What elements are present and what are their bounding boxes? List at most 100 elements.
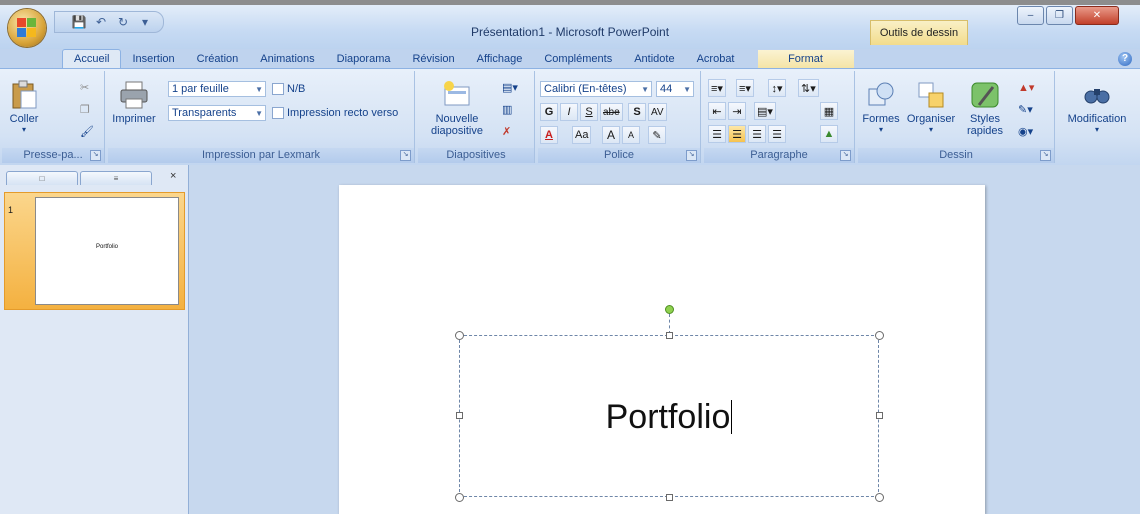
help-icon[interactable]: ? [1118, 52, 1132, 66]
close-button[interactable]: ✕ [1075, 6, 1119, 25]
thumbnail-title: Portfolio [95, 244, 118, 250]
resize-handle-bottom-right[interactable] [875, 493, 884, 502]
smartart-icon[interactable]: ▲ [820, 125, 838, 143]
clipboard-launcher-icon[interactable]: ↘ [90, 150, 101, 161]
arrange-button[interactable]: Organiser ▾ [904, 79, 958, 134]
grow-font-button[interactable]: A [602, 126, 620, 144]
tab-acrobat[interactable]: Acrobat [686, 50, 746, 69]
undo-icon[interactable]: ↶ [93, 14, 109, 30]
minimize-button[interactable]: – [1017, 6, 1044, 25]
clear-formatting-icon[interactable]: ✎ [648, 126, 666, 144]
ribbon-tabs: Accueil Insertion Création Animations Di… [62, 49, 854, 69]
bullets-icon[interactable]: ≡▾ [708, 79, 726, 97]
justify-icon[interactable]: ☰ [768, 125, 786, 143]
group-editing: Modification ▾ [1058, 71, 1136, 163]
shape-effects-icon[interactable]: ◉▾ [1018, 125, 1033, 138]
resize-handle-bottom-left[interactable] [455, 493, 464, 502]
editing-button[interactable]: Modification ▾ [1060, 79, 1134, 134]
char-spacing-button[interactable]: AV [648, 103, 667, 121]
align-center-icon[interactable]: ☰ [728, 125, 746, 143]
customize-qat-icon[interactable]: ▾ [137, 14, 153, 30]
tab-creation[interactable]: Création [186, 50, 250, 69]
cut-icon[interactable]: ✂ [80, 81, 89, 94]
slide-thumbnail[interactable]: Portfolio [35, 197, 179, 305]
tab-animations[interactable]: Animations [249, 50, 325, 69]
tab-diaporama[interactable]: Diaporama [326, 50, 402, 69]
paste-button[interactable]: Coller ▾ [4, 79, 44, 134]
reset-slide-icon[interactable]: ▥ [502, 103, 512, 116]
outline-tab-icon[interactable]: ≡ [80, 171, 152, 185]
format-painter-icon[interactable]: 🖌 [80, 125, 94, 138]
increase-indent-icon[interactable]: ⇥ [728, 102, 746, 120]
tab-accueil[interactable]: Accueil [62, 49, 122, 69]
office-button[interactable] [8, 9, 46, 47]
slides-tab-icon[interactable]: □ [6, 171, 78, 185]
delete-slide-icon[interactable]: ✗ [502, 125, 511, 138]
numbering-icon[interactable]: ≡▾ [736, 79, 754, 97]
drawing-launcher-icon[interactable]: ↘ [1040, 150, 1051, 161]
align-left-icon[interactable]: ☰ [708, 125, 726, 143]
italic-button[interactable]: I [560, 103, 578, 121]
contextual-tab-group-label: Outils de dessin [879, 27, 959, 39]
shadow-button[interactable]: S [628, 103, 646, 121]
strikethrough-button[interactable]: abe [600, 103, 623, 121]
tab-insertion[interactable]: Insertion [121, 50, 185, 69]
print-button[interactable]: Imprimer [112, 79, 156, 125]
pages-per-sheet-combo[interactable]: 1 par feuille ▼ [168, 81, 266, 97]
text-direction-icon[interactable]: ⇅▾ [798, 79, 819, 97]
tab-affichage[interactable]: Affichage [466, 50, 534, 69]
paste-dropdown-icon: ▾ [21, 125, 26, 134]
redo-icon[interactable]: ↻ [115, 14, 131, 30]
font-launcher-icon[interactable]: ↘ [686, 150, 697, 161]
print-launcher-icon[interactable]: ↘ [400, 150, 411, 161]
shapes-button[interactable]: Formes ▾ [858, 79, 904, 134]
transparents-combo[interactable]: Transparents ▼ [168, 105, 266, 121]
arrange-icon [918, 82, 944, 108]
title-bar: Présentation1 - Microsoft PowerPoint [0, 5, 1140, 49]
copy-icon[interactable]: ❐ [80, 103, 90, 116]
columns-icon[interactable]: ▤▾ [754, 102, 776, 120]
line-spacing-icon[interactable]: ↕▾ [768, 79, 786, 97]
tab-revision[interactable]: Révision [401, 50, 465, 69]
shape-fill-icon[interactable]: ▲▾ [1018, 81, 1034, 94]
close-panel-icon[interactable]: × [170, 170, 176, 182]
new-slide-button[interactable]: Nouvelle diapositive [426, 79, 488, 137]
change-case-button[interactable]: Aa [572, 126, 592, 144]
layout-icon[interactable]: ▤▾ [502, 81, 518, 94]
resize-handle-top-left[interactable] [455, 331, 464, 340]
dropdown-arrow-icon: ▾ [928, 125, 933, 134]
save-icon[interactable]: 💾 [71, 14, 87, 30]
office-logo-icon [17, 18, 37, 38]
new-slide-label-1: Nouvelle [435, 113, 479, 125]
quick-styles-label-2: rapides [966, 125, 1004, 137]
tab-complements[interactable]: Compléments [533, 50, 623, 69]
group-label-print: Impression par Lexmark [108, 148, 414, 163]
resize-handle-bottom[interactable] [666, 494, 673, 501]
align-right-icon[interactable]: ☰ [748, 125, 766, 143]
rotate-handle-icon[interactable] [665, 305, 674, 314]
arrange-label: Organiser [906, 113, 956, 125]
slide-title-text[interactable]: Portfolio [459, 398, 879, 437]
tab-format[interactable]: Format [757, 50, 854, 69]
paste-label: Coller [9, 113, 39, 125]
shape-outline-icon[interactable]: ✎▾ [1018, 103, 1033, 116]
tab-antidote[interactable]: Antidote [623, 50, 685, 69]
bold-button[interactable]: G [540, 103, 558, 121]
paragraph-launcher-icon[interactable]: ↘ [840, 150, 851, 161]
align-text-icon[interactable]: ▦ [820, 102, 838, 120]
resize-handle-top[interactable] [666, 332, 673, 339]
duplex-checkbox[interactable]: Impression recto verso [272, 107, 398, 119]
decrease-indent-icon[interactable]: ⇤ [708, 102, 726, 120]
nb-checkbox[interactable]: N/B [272, 83, 305, 95]
font-color-button[interactable]: A [540, 126, 558, 144]
editing-label: Modification [1067, 113, 1127, 125]
quick-styles-button[interactable]: Styles rapides [962, 79, 1008, 137]
underline-button[interactable]: S [580, 103, 598, 121]
font-family-combo[interactable]: Calibri (En-têtes) ▼ [540, 81, 652, 97]
shrink-font-button[interactable]: A [622, 126, 640, 144]
font-size-combo[interactable]: 44 ▼ [656, 81, 694, 97]
resize-handle-top-right[interactable] [875, 331, 884, 340]
drawing-tools-context: Outils de dessin [870, 20, 968, 45]
restore-button[interactable]: ❐ [1046, 6, 1073, 25]
font-size-value: 44 [660, 83, 673, 95]
